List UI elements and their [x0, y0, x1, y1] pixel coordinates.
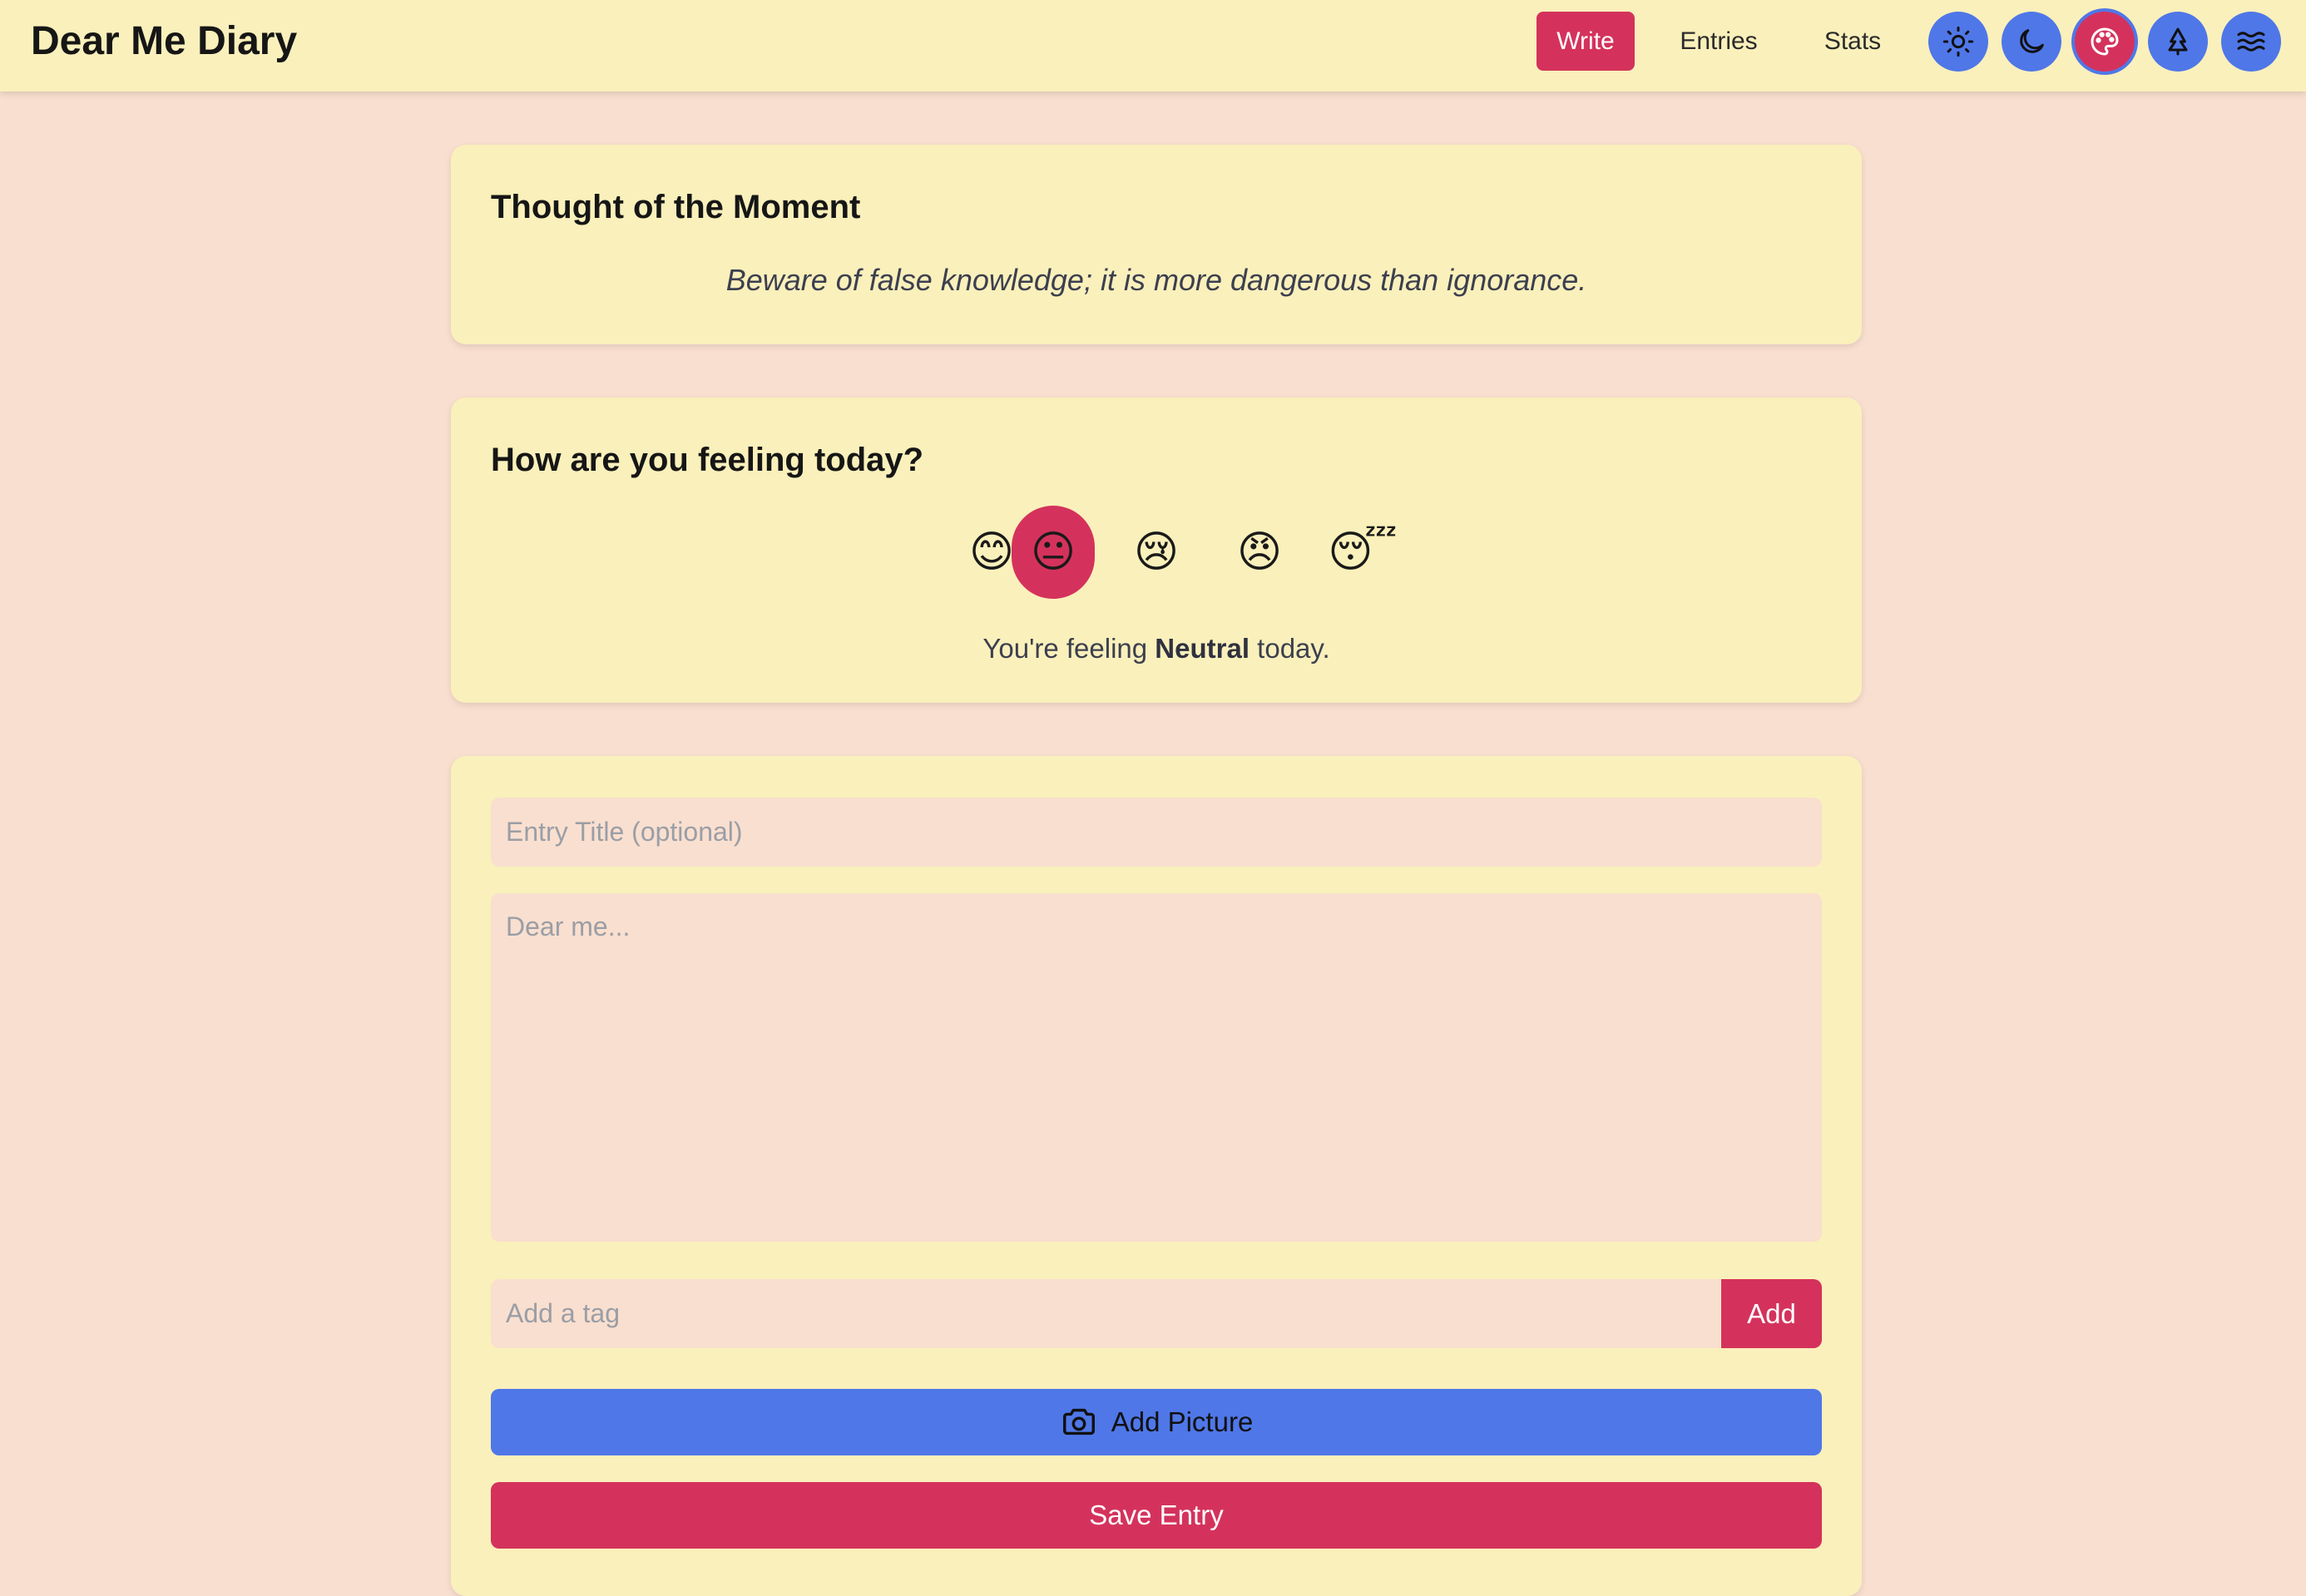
happy-face-icon: 😊 — [968, 528, 1015, 576]
quote-card-title: Thought of the Moment — [491, 189, 861, 225]
save-entry-button[interactable]: Save Entry — [491, 1482, 1822, 1549]
crying-face-icon: 😢 — [1133, 528, 1180, 576]
sun-icon — [1942, 26, 1974, 57]
theme-light-button[interactable] — [1928, 12, 1988, 72]
app-title: Dear Me Diary — [31, 19, 298, 63]
mood-status-suffix: today. — [1257, 633, 1330, 664]
mood-sad-button[interactable]: 😢 — [1115, 506, 1198, 599]
quote-text: Beware of false knowledge; it is more da… — [725, 263, 1587, 297]
theme-ocean-button[interactable] — [2221, 12, 2281, 72]
entry-title-input[interactable] — [491, 798, 1822, 867]
theme-dark-button[interactable] — [2002, 12, 2061, 72]
camera-icon — [1062, 1408, 1095, 1435]
theme-color-button[interactable] — [2075, 12, 2135, 72]
tree-icon — [2168, 27, 2188, 56]
sleeping-face-icon: 😴 — [1328, 528, 1398, 576]
mood-tired-button[interactable]: 😴 — [1321, 506, 1404, 599]
mood-card-title: How are you feeling today? — [491, 442, 924, 478]
nav-entries-button[interactable]: Entries — [1660, 12, 1778, 71]
mood-angry-button[interactable]: 😠 — [1218, 506, 1301, 599]
theme-nature-button[interactable] — [2148, 12, 2208, 72]
palette-icon — [2091, 27, 2119, 56]
mood-card: How are you feeling today? 😊 😐 😢 😠 😴 You… — [451, 398, 1862, 703]
add-picture-button[interactable]: Add Picture — [491, 1389, 1822, 1455]
nav-write-button[interactable]: Write — [1537, 12, 1635, 71]
mood-status-text: You're feeling Neutral today. — [451, 630, 1862, 667]
mood-neutral-button[interactable]: 😐 — [1012, 506, 1095, 599]
add-picture-label: Add Picture — [1111, 1406, 1254, 1437]
entry-form-card: Add Add Picture Save Entry — [451, 756, 1862, 1596]
nav-stats-button[interactable]: Stats — [1803, 12, 1903, 71]
tag-input[interactable] — [491, 1279, 1720, 1348]
moon-icon — [2020, 29, 2044, 53]
mood-status-prefix: You're feeling — [982, 633, 1148, 664]
add-tag-button[interactable]: Add — [1721, 1279, 1822, 1348]
neutral-face-icon: 😐 — [1030, 528, 1076, 576]
waves-icon — [2237, 32, 2265, 52]
mood-selector: 😊 😐 😢 😠 😴 — [451, 506, 1862, 599]
angry-face-icon: 😠 — [1236, 528, 1283, 576]
quote-card: Thought of the Moment Beware of false kn… — [451, 145, 1862, 344]
entry-body-textarea[interactable] — [491, 893, 1822, 1242]
mood-status-value: Neutral — [1155, 633, 1249, 664]
app-header: Dear Me Diary Write Entries Stats — [0, 0, 2306, 91]
